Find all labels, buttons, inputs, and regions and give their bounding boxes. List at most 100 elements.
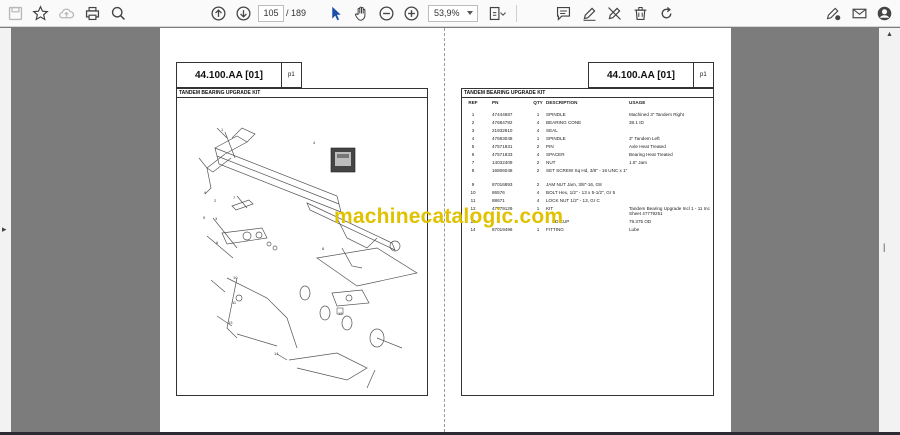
cell-pn: 88671 <box>492 198 505 203</box>
page-total-label: / 189 <box>286 8 307 18</box>
cell-qty: 4 <box>536 152 540 157</box>
scroll-up-icon[interactable]: ▲ <box>886 31 893 38</box>
table-row: 9 87016893 2 JAM NUT Jam, 3/8"-16, G8 <box>462 182 713 190</box>
left-panel-collapsed[interactable]: ▸ <box>0 28 11 432</box>
comment-icon[interactable] <box>553 3 573 23</box>
page-fit-chevron-icon[interactable] <box>499 3 507 23</box>
diagram-callout-label: 10 <box>233 275 238 280</box>
cell-pn: 47571833 <box>492 152 513 157</box>
cell-usage: 3" Tandem Left <box>629 136 660 141</box>
table-row: 4 47683048 1 SPINDLE 3" Tandem Left <box>462 136 713 144</box>
cell-usage: 1.5" Jam <box>629 160 647 165</box>
cell-description: JAM NUT Jam, 3/8"-16, G8 <box>546 182 602 187</box>
right-scroll-panel[interactable]: ▲ | <box>879 28 900 432</box>
table-row: 8 16806048 2 SET SCREW Sq Hd, 3/8" - 16 … <box>462 168 713 181</box>
cell-pn: 47571831 <box>492 144 513 149</box>
save-icon[interactable] <box>5 3 25 23</box>
diagram-callout-label: 11 <box>232 300 237 305</box>
chevron-down-icon <box>467 11 473 15</box>
left-page-title: 44.100.AA [01] <box>195 70 263 81</box>
select-cursor-icon[interactable] <box>326 3 346 23</box>
cell-ref: 11 <box>470 198 476 203</box>
cell-pn: 14032409 <box>492 160 513 165</box>
cell-qty: 4 <box>536 190 540 195</box>
zoom-level-value: 53,9% <box>434 8 460 18</box>
delete-trash-icon[interactable] <box>630 3 650 23</box>
cell-usage: Lube <box>629 227 640 232</box>
cell-usage: Tandem Bearing Upgrade Incl 1 - 11 Inc S… <box>629 206 710 216</box>
hand-tool-icon[interactable] <box>351 3 371 23</box>
zoom-in-button[interactable] <box>401 3 421 23</box>
cell-usage: Axle Heat Treated <box>629 144 666 149</box>
page-number-input[interactable]: 105 <box>258 5 284 22</box>
cell-description: SPACER <box>546 152 565 157</box>
eraser-icon[interactable] <box>604 3 624 23</box>
email-envelope-icon[interactable] <box>849 3 869 23</box>
cell-ref: 9 <box>471 182 475 187</box>
cell-qty: 4 <box>536 128 540 133</box>
cell-ref: 3 <box>471 128 475 133</box>
cell-pn: 16806048 <box>492 168 513 173</box>
cell-qty: 4 <box>536 198 540 203</box>
account-avatar-icon[interactable] <box>874 3 894 23</box>
cell-qty: 2 <box>536 160 540 165</box>
cell-description: BOLT Hex, 1/2" - 13 x 5-1/2", Gr 5 <box>546 190 616 195</box>
zoom-level-select[interactable]: 53,9% <box>428 5 478 22</box>
rotate-refresh-icon[interactable] <box>656 3 676 23</box>
diagram-callout-label: 1 <box>221 127 224 132</box>
cell-pn: 47683048 <box>492 136 513 141</box>
bookmark-star-icon[interactable] <box>30 3 50 23</box>
table-row: 10 86576 4 BOLT Hex, 1/2" - 13 x 5-1/2",… <box>462 190 713 198</box>
scrollbar-handle[interactable]: | <box>883 242 885 252</box>
previous-page-button[interactable] <box>208 3 228 23</box>
table-row: 3 21932810 4 SEAL <box>462 128 713 136</box>
fill-sign-icon[interactable] <box>823 3 843 23</box>
print-icon[interactable] <box>82 3 102 23</box>
left-header-box: 44.100.AA [01] p1 <box>176 62 302 88</box>
diagram-callout-label: 14 <box>274 351 279 356</box>
next-page-button[interactable] <box>233 3 253 23</box>
cell-usage: Machined 3" Tandem Right <box>629 112 684 117</box>
pen-draw-icon[interactable] <box>579 3 599 23</box>
table-row: 2 47684782 4 BEARING CONE 38.1 ID <box>462 120 713 128</box>
cell-description: LOCK NUT 1/2" - 13, Gr C <box>546 198 600 203</box>
cell-qty: 1 <box>536 112 540 117</box>
column-header-ref: REF <box>468 100 478 105</box>
diagram-callout-label: 3 <box>215 216 218 221</box>
cell-description: NUT <box>546 160 556 165</box>
zoom-out-button[interactable] <box>376 3 396 23</box>
cell-description: SPINDLE <box>546 112 566 117</box>
column-header-description: DESCRIPTION <box>546 100 578 105</box>
diagram-callout-label: 13 <box>228 320 233 325</box>
cell-pn: 87016893 <box>492 182 513 187</box>
section-rule <box>462 97 713 98</box>
diagram-callout-label: 8 <box>322 246 325 251</box>
right-parts-section: TANDEM BEARING UPGRADE KIT REF PN QTY DE… <box>461 88 714 396</box>
right-header-box: 44.100.AA [01] p1 <box>588 62 714 88</box>
column-header-pn: PN <box>492 100 499 105</box>
table-row: 6 47571833 4 SPACER Bearing Heat Treated <box>462 152 713 160</box>
cell-ref: 5 <box>471 144 475 149</box>
cell-pn: 86576 <box>492 190 505 195</box>
right-section-title: TANDEM BEARING UPGRADE KIT <box>464 90 546 96</box>
cell-ref: 1 <box>471 112 475 117</box>
cell-ref: 6 <box>471 152 475 157</box>
find-magnifier-icon[interactable] <box>108 3 128 23</box>
column-header-usage: USAGE <box>629 100 646 105</box>
upload-cloud-icon[interactable] <box>56 3 76 23</box>
cell-usage: Bearing Heat Treated <box>629 152 673 157</box>
cell-usage: 79.375 OD <box>629 219 652 224</box>
cell-qty: 1 <box>536 136 540 141</box>
diagram-callout-label: 6 <box>216 240 219 245</box>
cell-ref: 8 <box>471 168 475 173</box>
cell-ref: 4 <box>471 136 475 141</box>
left-page-ref: p1 <box>288 72 295 78</box>
expand-left-panel-icon[interactable]: ▸ <box>2 224 7 235</box>
toolbar-divider <box>516 5 517 22</box>
cell-pn: 21932810 <box>492 128 513 133</box>
left-section-title: TANDEM BEARING UPGRADE KIT <box>179 90 261 96</box>
cell-description: SPINDLE <box>546 136 566 141</box>
table-header-row: REF PN QTY DESCRIPTION USAGE <box>462 100 713 108</box>
table-row: 5 47571831 2 PIN Axle Heat Treated <box>462 144 713 152</box>
viewer-toolbar: 105 / 189 53,9% <box>0 0 900 27</box>
